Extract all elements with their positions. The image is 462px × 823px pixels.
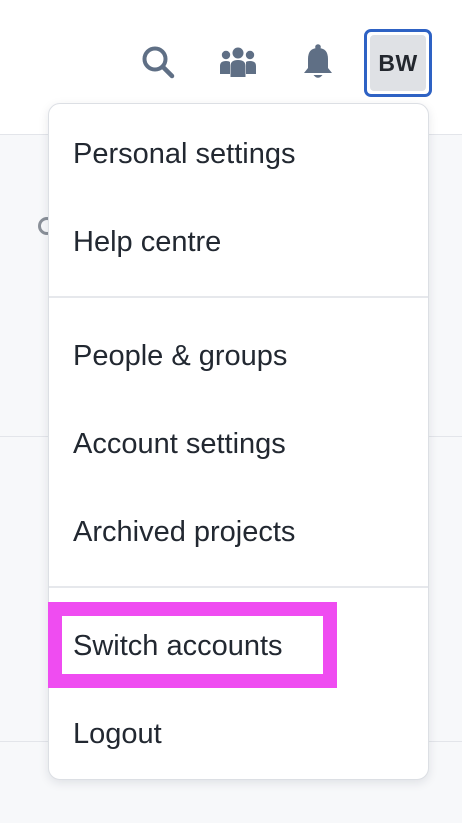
user-dropdown-menu: Personal settings Help centre People & g… — [48, 103, 429, 780]
menu-item-people-groups[interactable]: People & groups — [73, 331, 287, 381]
menu-item-account-settings[interactable]: Account settings — [73, 419, 286, 469]
app-screen: BW Personal settings Help centre People … — [0, 0, 462, 823]
menu-item-personal-settings[interactable]: Personal settings — [73, 129, 295, 179]
menu-item-switch-accounts[interactable]: Switch accounts — [73, 621, 283, 671]
people-icon[interactable] — [217, 42, 259, 82]
avatar-initials: BW — [370, 35, 426, 91]
bell-icon[interactable] — [298, 42, 338, 82]
menu-item-logout[interactable]: Logout — [73, 709, 162, 759]
menu-divider — [49, 586, 428, 588]
user-avatar-button[interactable]: BW — [364, 29, 432, 97]
menu-divider — [49, 296, 428, 298]
menu-item-archived-projects[interactable]: Archived projects — [73, 507, 295, 557]
menu-item-help-centre[interactable]: Help centre — [73, 217, 221, 267]
search-icon[interactable] — [138, 42, 178, 82]
